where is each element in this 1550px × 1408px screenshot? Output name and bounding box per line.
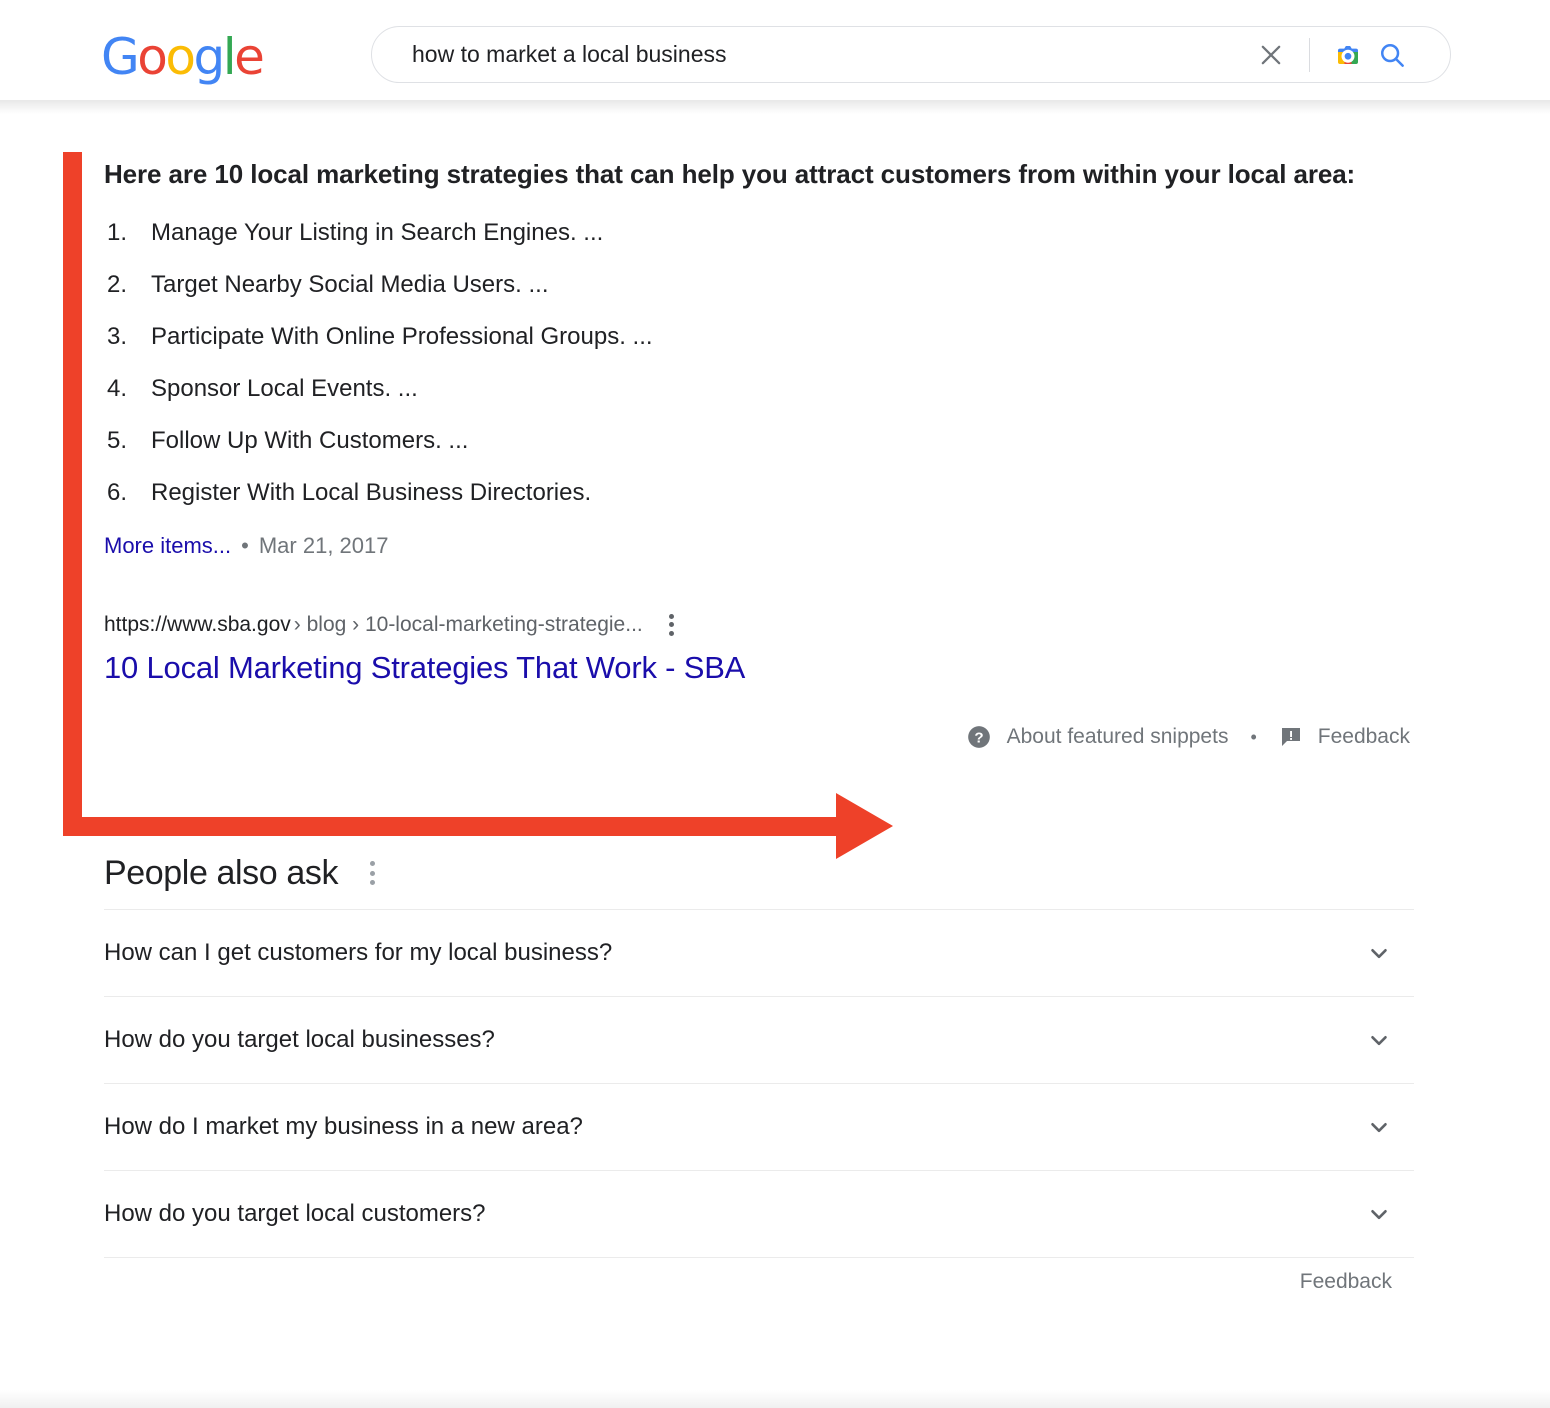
logo-letter-o2: o bbox=[165, 28, 196, 86]
about-featured-snippets-link[interactable]: ? About featured snippets bbox=[966, 724, 1229, 750]
snippet-feedback-link[interactable]: Feedback bbox=[1279, 725, 1410, 749]
separator-dot: • bbox=[241, 532, 249, 558]
search-box-actions bbox=[1249, 33, 1414, 77]
google-lens-button[interactable] bbox=[1326, 33, 1370, 77]
google-logo[interactable]: Google bbox=[101, 28, 265, 86]
question-text: How do I market my business in a new are… bbox=[104, 1112, 583, 1140]
feedback-flag-icon bbox=[1281, 727, 1300, 746]
question-text: How do you target local customers? bbox=[104, 1199, 486, 1227]
more-items-link[interactable]: More items... bbox=[104, 533, 231, 559]
list-item: Sponsor Local Events. ... bbox=[107, 363, 418, 415]
list-item: Participate With Online Professional Gro… bbox=[107, 311, 653, 363]
search-result: https://www.sba.gov › blog › 10-local-ma… bbox=[104, 611, 1414, 688]
featured-snippet-heading: Here are 10 local marketing strategies t… bbox=[104, 159, 1356, 189]
featured-snippet-list: Manage Your Listing in Search Engines. .… bbox=[104, 207, 1414, 519]
people-also-ask-header: People also ask bbox=[104, 854, 1414, 909]
search-actions-divider bbox=[1309, 37, 1310, 72]
logo-letter-l: l bbox=[222, 28, 237, 86]
featured-snippet-footer: ? About featured snippets • Feedback bbox=[104, 724, 1410, 750]
people-also-ask-item[interactable]: How do you target local businesses? bbox=[104, 995, 1414, 1083]
logo-letter-e: e bbox=[234, 28, 265, 86]
search-box[interactable]: how to market a local business bbox=[371, 26, 1451, 83]
logo-letter-o1: o bbox=[137, 28, 168, 86]
result-breadcrumb-path: › blog › 10-local-marketing-strategie... bbox=[293, 612, 643, 636]
footer-separator-dot: • bbox=[1250, 726, 1257, 747]
people-also-ask-section: People also ask How can I get customers … bbox=[104, 854, 1414, 1294]
about-featured-snippets-label: About featured snippets bbox=[1006, 724, 1229, 748]
snippet-feedback-label: Feedback bbox=[1317, 724, 1410, 748]
chevron-down-icon[interactable] bbox=[1366, 1114, 1392, 1140]
result-domain[interactable]: https://www.sba.gov bbox=[104, 611, 291, 639]
svg-text:?: ? bbox=[974, 730, 983, 747]
question-text: How can I get customers for my local bus… bbox=[104, 938, 613, 966]
result-url-row: https://www.sba.gov › blog › 10-local-ma… bbox=[104, 611, 1414, 639]
list-item: Follow Up With Customers. ... bbox=[107, 415, 469, 467]
snippet-date: Mar 21, 2017 bbox=[258, 532, 389, 558]
google-lens-camera-icon bbox=[1338, 45, 1358, 64]
featured-snippet: Here are 10 local marketing strategies t… bbox=[104, 100, 1414, 750]
chevron-down-icon[interactable] bbox=[1366, 940, 1392, 966]
people-also-ask-footer: Feedback bbox=[104, 1256, 1414, 1294]
people-also-ask-feedback-link[interactable]: Feedback bbox=[1300, 1270, 1414, 1294]
list-item: Target Nearby Social Media Users. ... bbox=[107, 259, 549, 311]
list-item: Register With Local Business Directories… bbox=[107, 467, 592, 519]
chevron-down-icon[interactable] bbox=[1366, 1201, 1392, 1227]
clear-search-button[interactable] bbox=[1249, 33, 1293, 77]
search-results-main: Here are 10 local marketing strategies t… bbox=[0, 100, 1550, 1294]
close-icon bbox=[1261, 45, 1281, 64]
three-dot-menu-icon[interactable] bbox=[668, 613, 674, 636]
people-also-ask-item[interactable]: How can I get customers for my local bus… bbox=[104, 908, 1414, 996]
question-mark-circle-icon: ? bbox=[967, 726, 990, 748]
logo-letter-g2: g bbox=[193, 28, 225, 86]
people-also-ask-item[interactable]: How do I market my business in a new are… bbox=[104, 1082, 1414, 1170]
people-also-ask-title: People also ask bbox=[104, 853, 339, 892]
result-title-link[interactable]: 10 Local Marketing Strategies That Work … bbox=[104, 648, 1414, 688]
three-dot-menu-icon[interactable] bbox=[370, 861, 376, 886]
people-also-ask-item[interactable]: How do you target local customers? bbox=[104, 1169, 1414, 1257]
search-header: Google how to market a local business bbox=[0, 0, 1550, 100]
search-input[interactable]: how to market a local business bbox=[412, 41, 1249, 68]
list-item: Manage Your Listing in Search Engines. .… bbox=[107, 207, 604, 259]
question-text: How do you target local businesses? bbox=[104, 1025, 495, 1053]
logo-letter-g1: G bbox=[101, 28, 140, 86]
more-items-row: More items... • Mar 21, 2017 bbox=[104, 533, 1414, 559]
search-submit-button[interactable] bbox=[1370, 33, 1414, 77]
page-bottom-shadow bbox=[0, 1390, 1550, 1408]
search-icon bbox=[1380, 43, 1404, 67]
chevron-down-icon[interactable] bbox=[1366, 1027, 1392, 1053]
